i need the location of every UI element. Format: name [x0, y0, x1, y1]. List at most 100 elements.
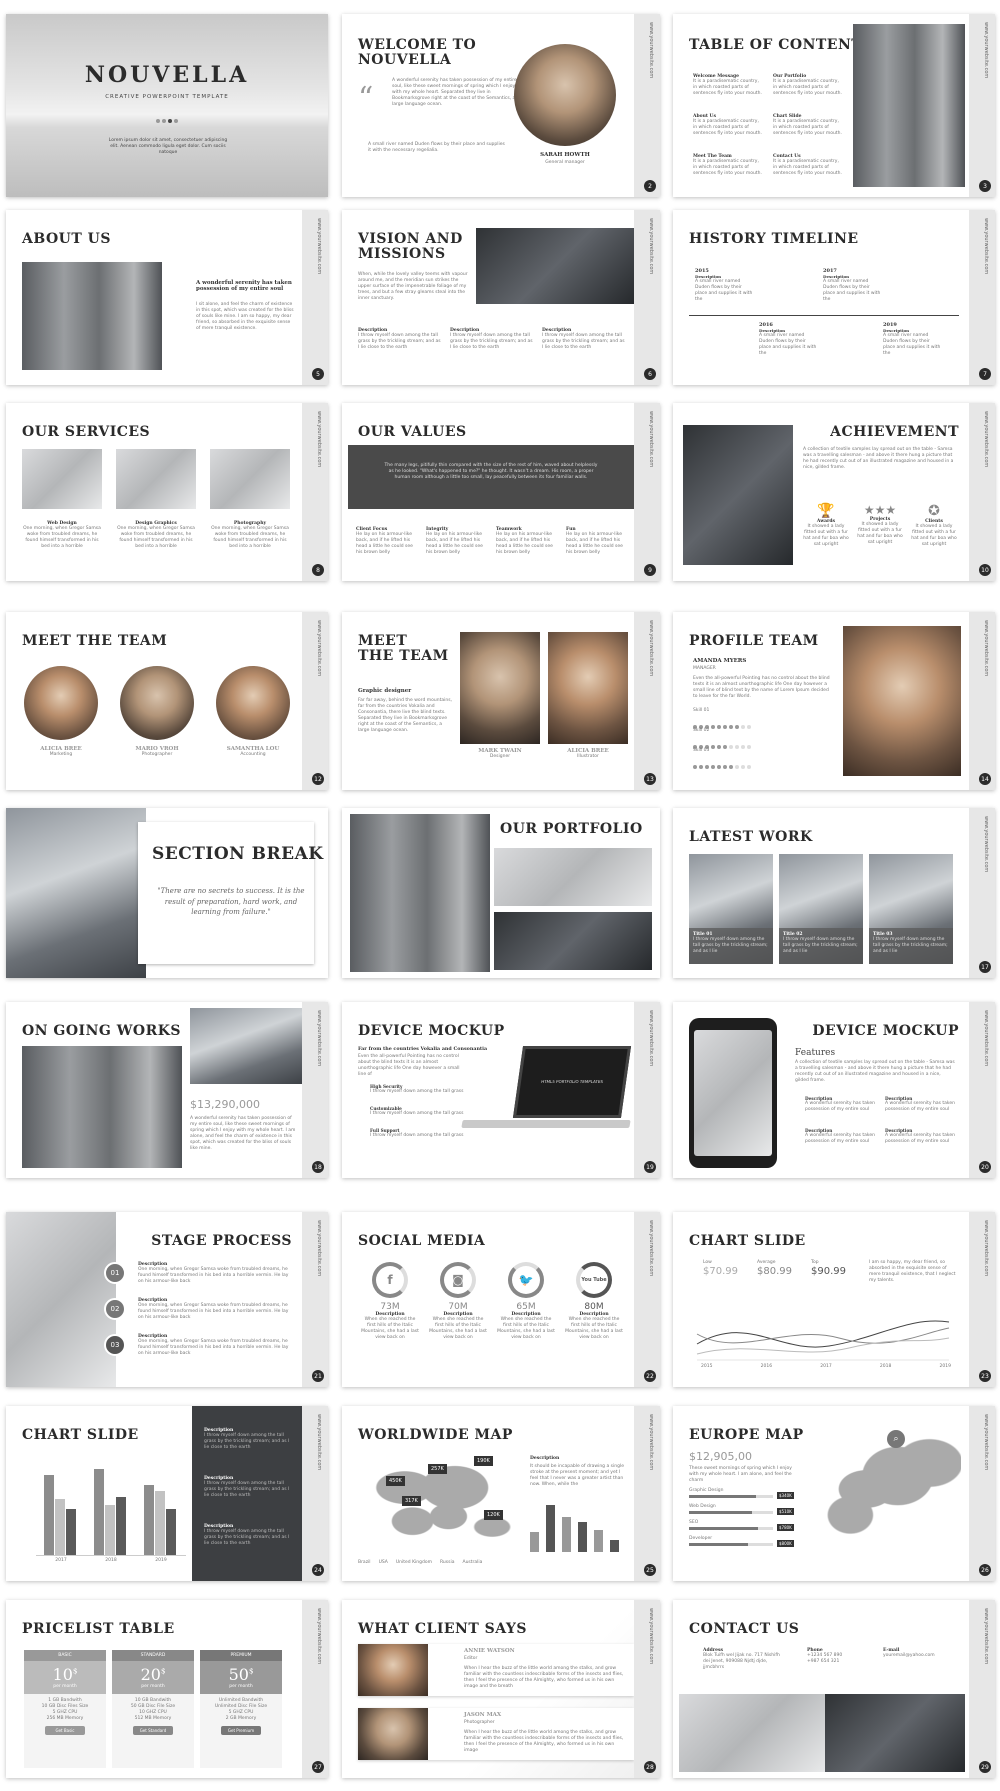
slide-1-cover[interactable]: NOUVELLA CREATIVE POWERPOINT TEMPLATE Lo…: [6, 14, 328, 197]
progress-row: Developer $800K: [689, 1536, 799, 1552]
contact-address: Address Blok Tuifh wel Jijak no. 717 Nish…: [703, 1648, 780, 1671]
slide-title: ON GOING WORKS: [22, 1023, 182, 1039]
chart-text: I am so happy, my dear friend, so absorb…: [869, 1260, 956, 1284]
slide-sidebar: www.yourwebsite.com 25: [634, 1406, 660, 1581]
side-item: Description I throw myself down among the…: [204, 1476, 290, 1499]
slide-27-pricelist[interactable]: PRICELIST TABLE BASIC 10$ per month 1 GB Ba…: [6, 1600, 328, 1778]
slide-17-latest-work[interactable]: LATEST WORK Title 01 I throw myself down …: [673, 808, 995, 978]
device-item: Customizable I throw myself down among th…: [370, 1106, 464, 1116]
progress-track: [689, 1511, 773, 1514]
chart-bar: [94, 1469, 104, 1555]
youtube-icon: You Tube: [576, 1262, 612, 1298]
slide-title: LATEST WORK: [689, 829, 813, 845]
slide-25-world-map[interactable]: WORLDWIDE MAP 190K 257K 450K 317K 120K D…: [342, 1406, 660, 1581]
slide-sidebar: www.yourwebsite.com 12: [302, 612, 328, 790]
get-premium-button[interactable]: Get Premium: [221, 1726, 261, 1736]
slide-14-profile[interactable]: PROFILE TEAM AMANDA MYERS MANAGER Even t…: [673, 612, 995, 790]
slide-3-toc[interactable]: TABLE OF CONTENT Welcome Message It is a …: [673, 14, 995, 197]
trophy-icon: 🏆: [817, 503, 835, 519]
page-number: 20: [979, 1161, 991, 1173]
ongoing-photo-2: [190, 1008, 302, 1084]
progress-fill: [689, 1543, 748, 1546]
service-item: Photography One morning, when Gregor Sams…: [211, 521, 289, 550]
map-callout: 257K: [428, 1464, 447, 1474]
slide-26-europe-map[interactable]: EUROPE MAP $12,905,00 These sweet mornin…: [673, 1406, 995, 1581]
profile-photo: [843, 626, 961, 776]
slide-18-ongoing[interactable]: ON GOING WORKS $13,290,000 A wonderful s…: [6, 1002, 328, 1178]
slide-13-meet-team-2[interactable]: MEET THE TEAM Graphic designer Far far a…: [342, 612, 660, 790]
slide-22-social[interactable]: SOCIAL MEDIA f 73M Description When she rea…: [342, 1212, 660, 1387]
page-number: 9: [644, 564, 656, 576]
slide-portfolio[interactable]: OUR PORTFOLIO: [342, 808, 660, 978]
welcome-text-1: A wonderful serenity has taken possessio…: [392, 78, 517, 108]
page-number: 17: [979, 961, 991, 973]
progress-track: [689, 1495, 773, 1498]
slide-21-stage[interactable]: STAGE PROCESS 01 Description One morning, …: [6, 1212, 328, 1387]
welcome-text-2: A small river named Duden flows by their…: [368, 142, 505, 154]
slide-24-chart-bar[interactable]: CHART SLIDE 2017 2018 2019 Description I th…: [6, 1406, 328, 1581]
social-item: 🐦 65M Description When she reached the firs…: [496, 1262, 556, 1341]
side-item: Description I throw myself down among the…: [204, 1524, 290, 1547]
progress-value: $800K: [777, 1540, 794, 1547]
slide-6-vision[interactable]: VISION AND MISSIONS When, while the love…: [342, 210, 660, 385]
page-number: 13: [644, 773, 656, 785]
slide-section-break[interactable]: SECTION BREAK "There are no secrets to s…: [6, 808, 328, 978]
vision-col: Description I throw myself down among the…: [450, 328, 533, 351]
service-photo: [210, 449, 290, 509]
slide-12-meet-team[interactable]: MEET THE TEAM ALICIA BREE Marketing MARIO…: [6, 612, 328, 790]
value-item: Integrity He lay on his armour-like back,…: [426, 527, 483, 556]
twitter-icon: 🐦: [508, 1262, 544, 1298]
page-number: 6: [644, 368, 656, 380]
slide-29-contact[interactable]: CONTACT US Address Blok Tuifh wel Jijak n…: [673, 1600, 995, 1778]
features-heading: Features: [795, 1048, 836, 1058]
slide-title: DEVICE MOCKUP: [812, 1023, 959, 1039]
stage-photo: [6, 1212, 116, 1387]
achievement-item: ✪ Clients It showed a lady fitted out with…: [909, 503, 959, 548]
cover-title: NOUVELLA: [84, 62, 250, 88]
page-number: 29: [979, 1761, 991, 1773]
social-item: ◙ 70M Description When she reached the firs…: [428, 1262, 488, 1341]
slide-sidebar: www.yourwebsite.com 2: [634, 14, 660, 197]
price-card: BASIC 10$ per month 1 GB Bandwith 10 GB Disc…: [24, 1650, 106, 1768]
slide-19-device-laptop[interactable]: DEVICE MOCKUP Far from the countries Vok…: [342, 1002, 660, 1178]
slide-20-device-phone[interactable]: DEVICE MOCKUP Features A collection of t…: [673, 1002, 995, 1178]
slide-10-achievement[interactable]: ACHIEVEMENT A collection of textile samp…: [673, 403, 995, 581]
slide-sidebar: www.yourwebsite.com 14: [969, 612, 995, 790]
work-photo: Title 02 I throw myself down among the ta…: [779, 854, 863, 964]
slide-23-chart-line[interactable]: CHART SLIDE Low $70.99 Average $80.99 Top $…: [673, 1212, 995, 1387]
price-card: STANDARD 20$ per month 10 GB Bandwith 50 GB …: [112, 1650, 194, 1768]
slide-9-values[interactable]: OUR VALUES The many legs, pitifully thin…: [342, 403, 660, 581]
slide-28-testimonials[interactable]: WHAT CLIENT SAYS ANNIE WATSON Editor Whe…: [342, 1600, 660, 1778]
slide-title: PRICELIST TABLE: [22, 1621, 175, 1637]
stars-icon: ★★★: [863, 503, 897, 517]
profile-name: AMANDA MYERS: [693, 658, 747, 664]
slide-sidebar: www.yourwebsite.com 29: [969, 1600, 995, 1778]
slide-5-about[interactable]: ABOUT US A wonderful serenity has taken …: [6, 210, 328, 385]
slide-title: SECTION BREAK: [152, 844, 324, 864]
get-standard-button[interactable]: Get Standard: [133, 1726, 173, 1736]
progress-row: Graphic Design $340K: [689, 1488, 799, 1504]
about-heading: A wonderful serenity has taken possessio…: [196, 280, 292, 292]
achievement-item: 🏆 Awards It showed a lady fitted out with …: [801, 503, 851, 548]
skill-dots: [693, 754, 753, 773]
stat: Low $70.99: [703, 1260, 738, 1278]
device-item: High Security I throw myself down among t…: [370, 1084, 464, 1094]
contact-map: [679, 1694, 825, 1772]
slide-sidebar: www.yourwebsite.com 17: [969, 808, 995, 978]
skill-row: Skill 03: [693, 748, 753, 773]
contact-email[interactable]: E-mail youremail@yahoo.com: [883, 1648, 963, 1659]
get-basic-button[interactable]: Get Basic: [45, 1726, 85, 1736]
slide-sidebar: www.yourwebsite.com 20: [969, 1002, 995, 1178]
feature-item: Description A wonderful serenity has take…: [805, 1128, 875, 1145]
facebook-icon: f: [372, 1262, 408, 1298]
slide-7-timeline[interactable]: HISTORY TIMELINE 2015 Description A small …: [673, 210, 995, 385]
achievement-text: A collection of textile samples lay spre…: [803, 447, 954, 471]
slide-8-services[interactable]: OUR SERVICES Web Design One morning, when…: [6, 403, 328, 581]
map-callout: 190K: [474, 1456, 493, 1466]
slide-2-welcome[interactable]: WELCOME TO NOUVELLA “ A wonderful sereni…: [342, 14, 660, 197]
map-desc-label: Description: [530, 1456, 560, 1461]
stat: Top $90.99: [811, 1260, 846, 1278]
slide-title: STAGE PROCESS: [151, 1233, 292, 1249]
map-callout: 317K: [402, 1496, 421, 1506]
slide-title: OUR PORTFOLIO: [500, 821, 643, 837]
